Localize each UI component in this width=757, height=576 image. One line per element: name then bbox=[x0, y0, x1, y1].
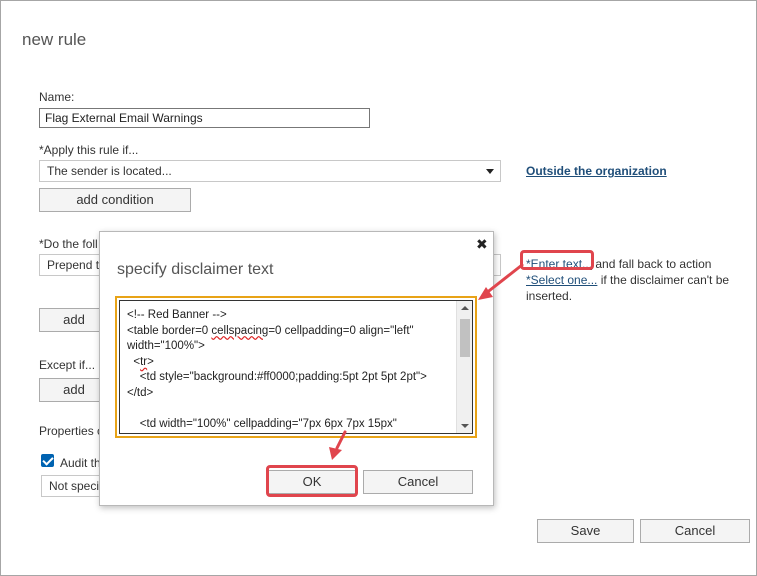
name-label: Name: bbox=[39, 90, 75, 104]
apply-rule-value: The sender is located... bbox=[47, 164, 172, 178]
ok-button-highlight bbox=[266, 465, 358, 497]
apply-rule-select[interactable]: The sender is located... bbox=[39, 160, 501, 182]
dialog-title: specify disclaimer text bbox=[117, 261, 274, 278]
cancel-button[interactable]: Cancel bbox=[640, 519, 750, 543]
action-value: Prepend t bbox=[47, 258, 100, 272]
page-title: new rule bbox=[22, 30, 87, 49]
add-condition-button[interactable]: add condition bbox=[39, 188, 191, 212]
action-text-2: if the disclaimer can't be bbox=[597, 273, 730, 287]
scroll-down-icon[interactable] bbox=[461, 424, 469, 428]
action-parameters-line2: *Select one... if the disclaimer can't b… bbox=[526, 273, 729, 287]
apply-rule-label: *Apply this rule if... bbox=[39, 143, 139, 157]
audit-label: Audit th bbox=[60, 456, 101, 470]
audit-checkbox[interactable] bbox=[41, 454, 54, 467]
enter-text-highlight bbox=[520, 250, 594, 270]
disclaimer-code: <!-- Red Banner --> <table border=0 cell… bbox=[127, 309, 427, 431]
scroll-thumb[interactable] bbox=[460, 319, 470, 357]
disclaimer-editor-focus: <!-- Red Banner --> <table border=0 cell… bbox=[115, 296, 477, 438]
close-icon[interactable]: ✖ bbox=[476, 236, 488, 253]
action-text-1: and fall back to action bbox=[592, 257, 712, 271]
except-if-label: Except if... bbox=[39, 358, 96, 372]
outside-organization-link[interactable]: Outside the organization bbox=[526, 164, 667, 178]
editor-scrollbar[interactable] bbox=[456, 301, 472, 433]
action-text-3: inserted. bbox=[526, 289, 573, 303]
severity-value: Not speci bbox=[49, 479, 100, 493]
scroll-up-icon[interactable] bbox=[461, 306, 469, 310]
select-one-link[interactable]: *Select one... bbox=[526, 273, 597, 287]
properties-label: Properties c bbox=[39, 424, 104, 438]
do-following-label: *Do the foll bbox=[39, 237, 98, 251]
save-button[interactable]: Save bbox=[537, 519, 634, 543]
disclaimer-textarea[interactable]: <!-- Red Banner --> <table border=0 cell… bbox=[119, 300, 473, 434]
dialog-cancel-button[interactable]: Cancel bbox=[363, 470, 473, 494]
chevron-down-icon bbox=[486, 169, 494, 174]
name-input[interactable] bbox=[39, 108, 370, 128]
